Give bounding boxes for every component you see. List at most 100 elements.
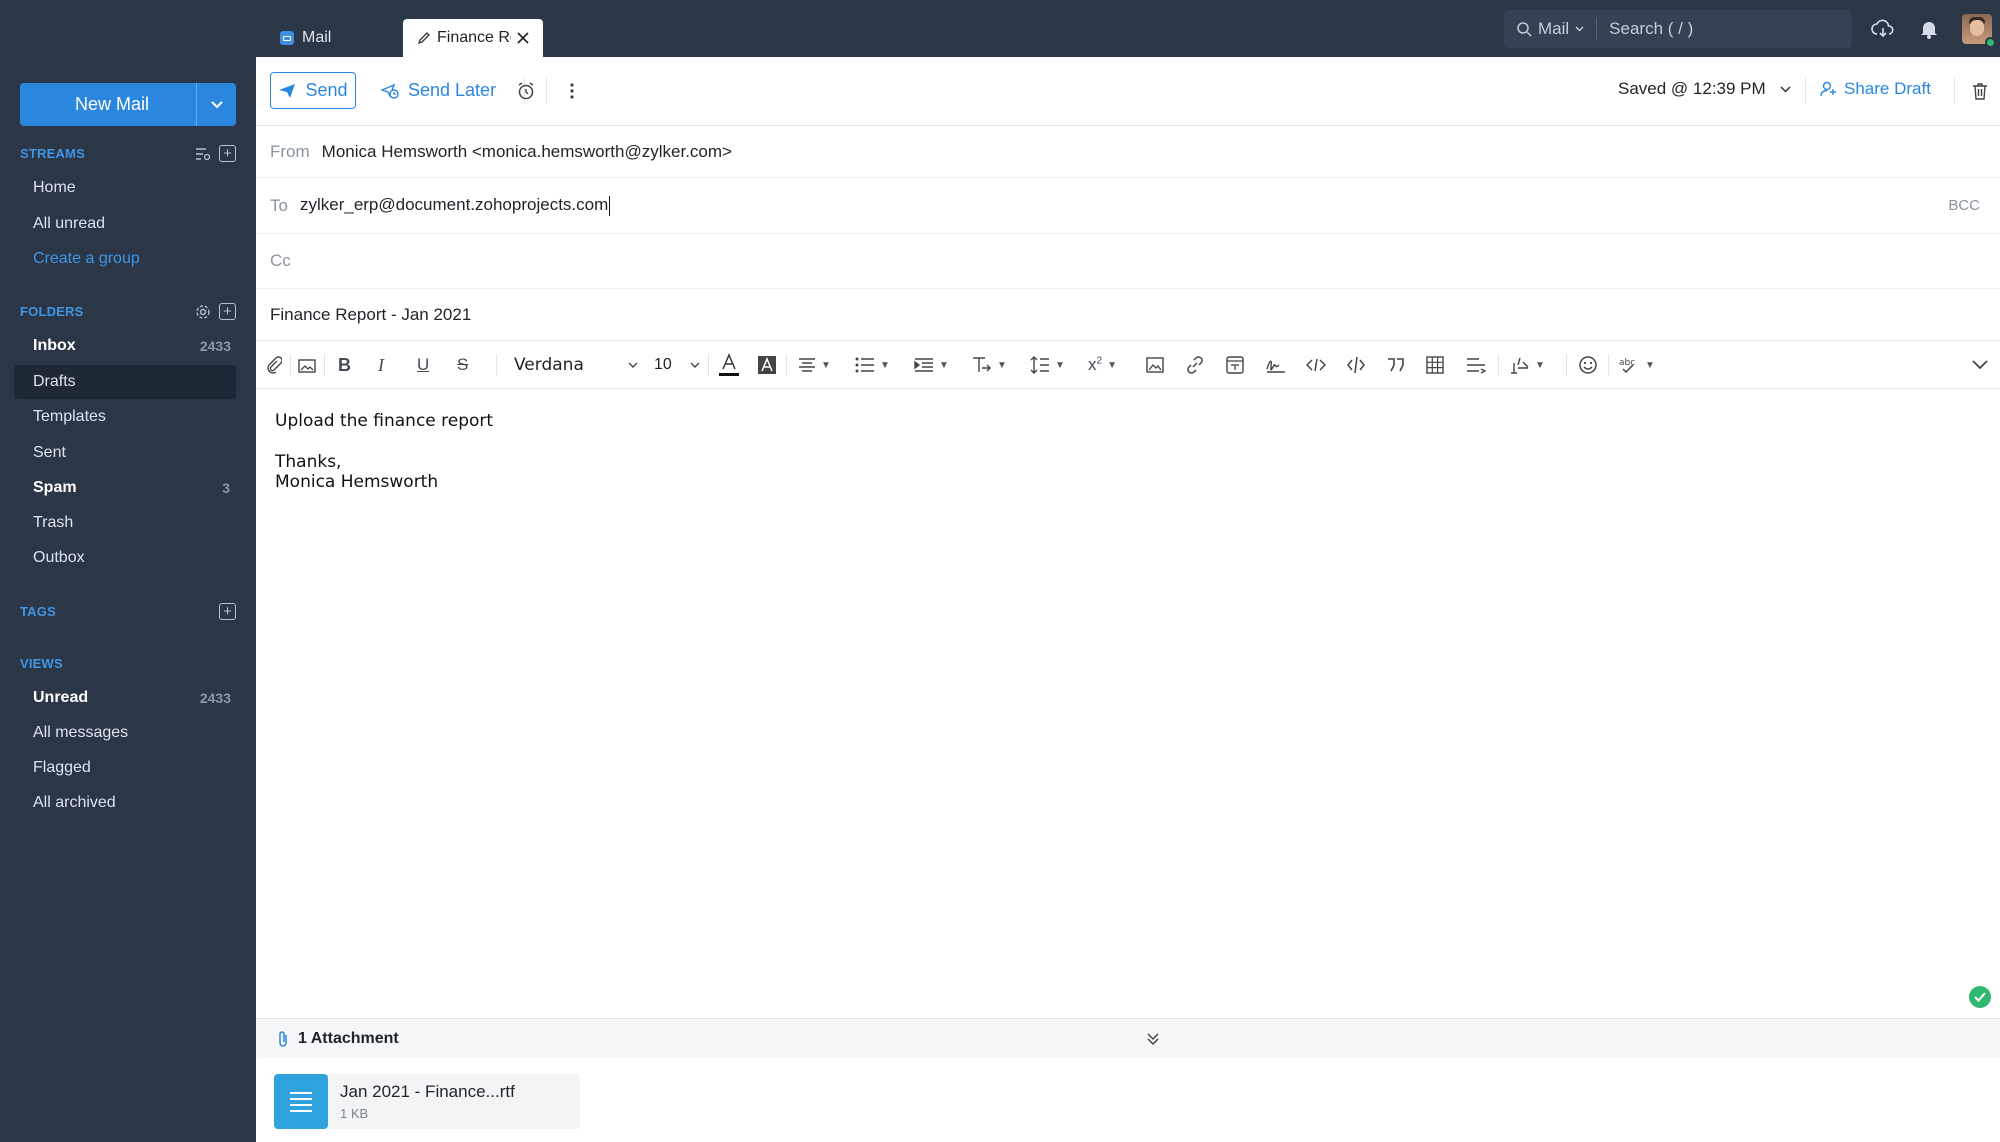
close-icon[interactable] (517, 32, 529, 44)
code-snippet-icon[interactable] (1346, 353, 1366, 377)
spell-check-icon[interactable]: abc ▼ (1618, 353, 1655, 377)
sidebar-item-label: Templates (33, 408, 106, 425)
chevron-down-icon (690, 362, 700, 368)
new-mail-button[interactable]: New Mail (20, 83, 236, 126)
to-field[interactable]: To zylker_erp@document.zohoprojects.com … (256, 178, 2000, 234)
sidebar-item-label: All archived (33, 794, 116, 811)
sidebar-item-create-group[interactable]: Create a group (14, 242, 236, 276)
mail-app-icon (280, 31, 294, 45)
bcc-toggle[interactable]: BCC (1948, 197, 1980, 214)
table-icon[interactable] (1426, 353, 1444, 377)
send-later-label: Send Later (408, 80, 497, 100)
add-tag-icon[interactable]: + (219, 603, 236, 620)
to-input[interactable]: zylker_erp@document.zohoprojects.com (299, 195, 611, 216)
text-direction-icon[interactable]: ▼ (972, 353, 1007, 377)
attachment-card[interactable]: Jan 2021 - Finance...rtf 1 KB (274, 1074, 580, 1129)
message-body[interactable]: Upload the finance report Thanks, Monica… (275, 411, 493, 492)
search-bar[interactable]: Mail Search ( / ) (1504, 10, 1852, 48)
search-input[interactable]: Search ( / ) (1597, 19, 1693, 39)
grammar-check-icon[interactable] (1969, 986, 1991, 1008)
clock-send-icon (380, 83, 399, 99)
italic-icon[interactable]: I (378, 353, 384, 377)
sidebar-item-spam[interactable]: Spam 3 (14, 471, 236, 505)
sidebar-item-trash[interactable]: Trash (14, 506, 236, 540)
unread-count: 2433 (199, 690, 231, 706)
insert-image-icon[interactable] (1146, 353, 1164, 377)
send-button[interactable]: Send (270, 72, 356, 109)
add-folder-icon[interactable]: + (219, 303, 236, 320)
sidebar-item-unread[interactable]: Unread 2433 (14, 681, 236, 715)
share-draft-button[interactable]: Share Draft (1820, 79, 1931, 99)
insert-cloud-image-icon[interactable] (298, 353, 318, 377)
sidebar-item-all-archived[interactable]: All archived (14, 786, 236, 820)
collapse-toolbar-icon[interactable] (1972, 353, 1988, 377)
text-color-icon[interactable] (718, 353, 740, 377)
send-later-button[interactable]: Send Later (380, 72, 496, 109)
saved-status[interactable]: Saved @ 12:39 PM (1618, 79, 1791, 99)
to-value: zylker_erp@document.zohoprojects.com (299, 195, 609, 215)
from-field[interactable]: From Monica Hemsworth <monica.hemsworth@… (256, 126, 2000, 178)
body-line: Upload the finance report (275, 411, 494, 431)
sidebar-item-label: Inbox (33, 337, 76, 354)
font-size-select[interactable]: 10 (654, 353, 700, 377)
avatar[interactable] (1962, 14, 1996, 48)
formatting-toolbar: B I U S Verdana 10 ▼ ▼ ▼ ▼ ▼ x2 ▼ ▼ abc … (256, 340, 2000, 389)
insert-template-icon[interactable] (1226, 353, 1244, 377)
pencil-icon (417, 32, 430, 45)
sidebar-item-flagged[interactable]: Flagged (14, 751, 236, 785)
quote-icon[interactable] (1386, 353, 1406, 377)
sidebar-item-sent[interactable]: Sent (14, 436, 236, 470)
paperclip-icon[interactable] (266, 353, 282, 377)
line-height-icon[interactable]: ▼ (1030, 353, 1065, 377)
bullet-list-icon[interactable]: ▼ (855, 353, 890, 377)
align-icon[interactable]: ▼ (798, 353, 831, 377)
tab-finance-report-draft[interactable]: Finance Report - Jan 2021 (403, 19, 543, 57)
send-label: Send (305, 80, 348, 100)
signature-icon[interactable] (1266, 353, 1286, 377)
cloud-sync-icon[interactable] (1870, 16, 1896, 42)
alarm-icon[interactable] (514, 79, 538, 103)
attachment-name: Jan 2021 - Finance...rtf (340, 1082, 515, 1101)
horizontal-line-icon[interactable] (1466, 353, 1486, 377)
link-icon[interactable] (1186, 353, 1204, 377)
background-color-icon[interactable] (758, 353, 776, 377)
sidebar-item-home[interactable]: Home (14, 171, 236, 205)
subject-field[interactable]: Finance Report - Jan 2021 (256, 289, 2000, 340)
subject-value: Finance Report - Jan 2021 (270, 304, 472, 324)
emoji-icon[interactable] (1578, 353, 1598, 377)
sidebar-item-outbox[interactable]: Outbox (14, 541, 236, 575)
superscript-icon[interactable]: x2 ▼ (1088, 353, 1117, 377)
stream-settings-icon[interactable] (195, 147, 211, 161)
new-mail-dropdown[interactable] (196, 83, 236, 126)
code-icon[interactable] (1306, 353, 1326, 377)
attachment-size: 1 KB (340, 1106, 369, 1121)
tab-mail[interactable]: Mail (268, 19, 402, 57)
sidebar-item-label: Outbox (33, 549, 85, 566)
bold-icon[interactable]: B (338, 353, 351, 377)
sidebar-item-label: Unread (33, 689, 89, 706)
sidebar-item-inbox[interactable]: Inbox 2433 (14, 329, 236, 363)
collapse-attachments-icon[interactable] (1146, 1032, 1160, 1046)
sidebar-item-all-unread[interactable]: All unread (14, 207, 236, 241)
bell-icon[interactable] (1916, 16, 1942, 42)
sidebar-item-label: All unread (33, 215, 106, 232)
attachments-header[interactable]: 1 Attachment (256, 1018, 2000, 1058)
cc-field[interactable]: Cc (256, 234, 2000, 289)
sidebar-item-all-messages[interactable]: All messages (14, 716, 236, 750)
add-stream-icon[interactable]: + (219, 145, 236, 162)
gear-icon[interactable] (195, 304, 211, 320)
more-options-icon[interactable] (560, 79, 584, 103)
tab-label: Finance Report - Jan 2021 (437, 29, 511, 46)
search-scope-selector[interactable]: Mail (1504, 18, 1598, 40)
from-label: From (270, 141, 310, 161)
font-family-select[interactable]: Verdana (514, 353, 638, 377)
text-format-icon[interactable]: ▼ (1510, 353, 1545, 377)
sidebar-item-templates[interactable]: Templates (14, 400, 236, 434)
search-icon (1517, 22, 1532, 37)
indent-icon[interactable]: ▼ (914, 353, 949, 377)
underline-icon[interactable]: U (417, 353, 429, 377)
trash-icon[interactable] (1968, 79, 1992, 103)
strikethrough-icon[interactable]: S (457, 353, 468, 377)
sidebar-item-drafts[interactable]: Drafts (14, 365, 236, 399)
sidebar-item-label: Home (33, 179, 76, 196)
